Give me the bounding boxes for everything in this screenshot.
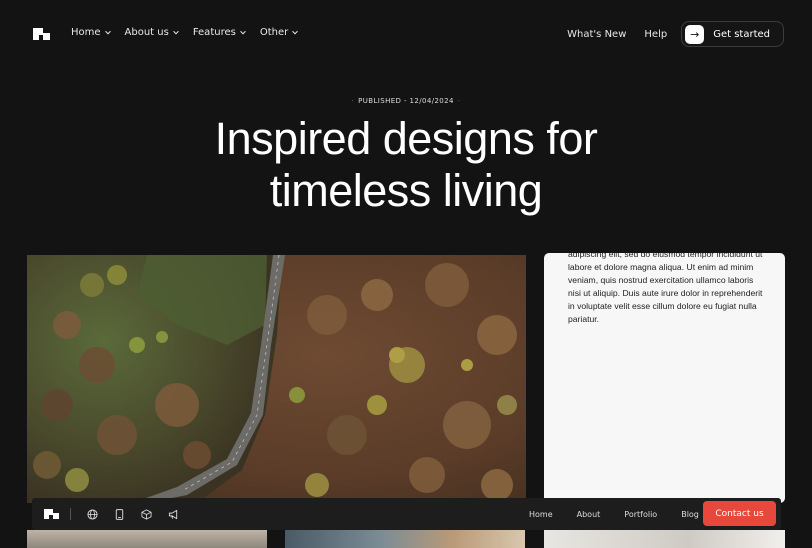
tablet-icon[interactable] xyxy=(112,507,126,521)
get-started-label: Get started xyxy=(713,28,770,40)
thumbnail-image[interactable] xyxy=(285,530,525,548)
thumbnail-image[interactable] xyxy=(544,530,785,548)
footer-link-portfolio[interactable]: Portfolio xyxy=(624,510,657,519)
right-nav: What's New Help → Get started xyxy=(567,21,784,47)
menu-item-label: Home xyxy=(71,27,101,38)
cube-icon[interactable] xyxy=(139,507,153,521)
footer-link-blog[interactable]: Blog xyxy=(681,510,699,519)
top-navbar: Home About us Features Other What's New … xyxy=(0,0,812,68)
footer-links: Home About Portfolio Blog xyxy=(529,498,723,530)
footer-link-home[interactable]: Home xyxy=(529,510,553,519)
article-body: adipiscing elit, sed do eiusmod tempor i… xyxy=(568,253,763,324)
megaphone-icon[interactable] xyxy=(166,507,180,521)
globe-icon[interactable] xyxy=(85,507,99,521)
footer-link-about[interactable]: About xyxy=(577,510,601,519)
aerial-forest-road-image xyxy=(27,255,526,503)
title-line-1: Inspired designs for xyxy=(214,113,598,164)
dot-separator: · xyxy=(351,97,355,105)
help-link[interactable]: Help xyxy=(644,29,667,40)
article-card: adipiscing elit, sed do eiusmod tempor i… xyxy=(544,253,785,503)
divider xyxy=(70,508,71,520)
menu-item-about-us[interactable]: About us xyxy=(124,27,179,38)
menu-item-label: Features xyxy=(192,27,236,38)
main-menu: Home About us Features Other xyxy=(71,27,312,38)
get-started-button[interactable]: → Get started xyxy=(681,21,784,47)
arrow-right-icon: → xyxy=(685,24,705,44)
brand-logo[interactable] xyxy=(33,28,50,40)
menu-item-home[interactable]: Home xyxy=(71,27,111,38)
brand-logo[interactable] xyxy=(44,509,59,519)
menu-item-label: About us xyxy=(124,27,169,38)
published-label: PUBLISHED - 12/04/2024 xyxy=(358,97,454,105)
chevron-down-icon xyxy=(172,28,179,34)
page-title: Inspired designs for timeless living xyxy=(0,113,812,217)
chevron-down-icon xyxy=(292,28,299,34)
menu-item-features[interactable]: Features xyxy=(192,27,246,38)
dot-separator: · xyxy=(457,97,461,105)
contact-us-button[interactable]: Contact us xyxy=(703,501,776,526)
title-line-2: timeless living xyxy=(269,165,543,216)
whats-new-link[interactable]: What's New xyxy=(567,29,626,40)
menu-item-label: Other xyxy=(259,27,289,38)
published-date: · PUBLISHED - 12/04/2024 · xyxy=(0,97,812,105)
chevron-down-icon xyxy=(239,28,246,34)
hero-photo xyxy=(27,255,526,503)
menu-item-other[interactable]: Other xyxy=(259,27,299,38)
thumbnail-image[interactable] xyxy=(27,530,267,548)
floating-bottom-bar: Home About Portfolio Blog Contact us xyxy=(32,498,781,530)
chevron-down-icon xyxy=(104,28,111,34)
